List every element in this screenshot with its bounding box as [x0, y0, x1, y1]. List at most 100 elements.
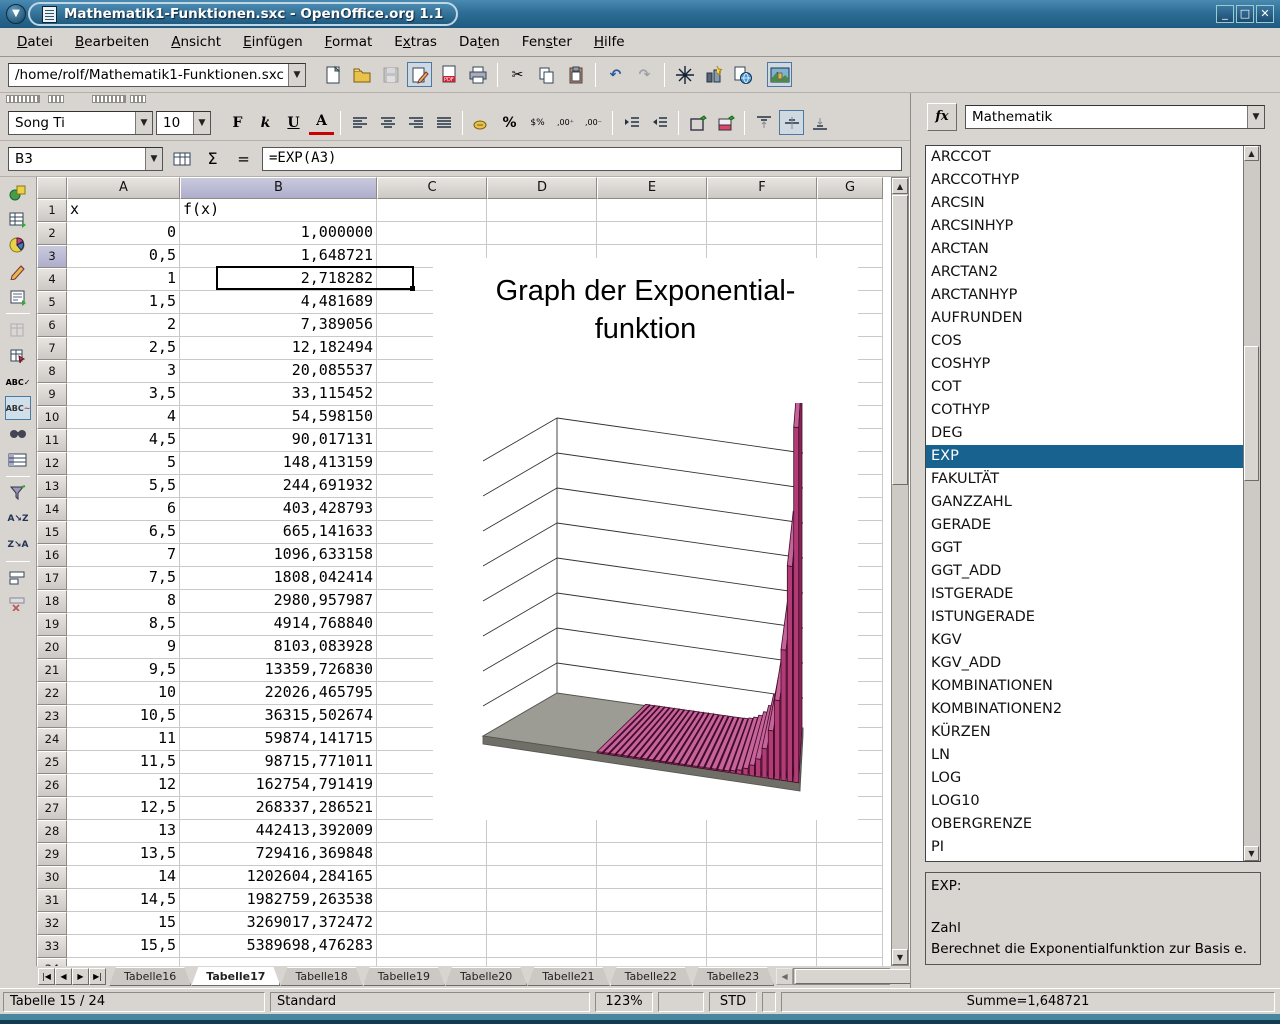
cell[interactable]: [377, 199, 487, 222]
function-item-ARCCOT[interactable]: ARCCOT: [926, 146, 1260, 169]
cell[interactable]: 15,5: [67, 935, 180, 958]
function-item-DEG[interactable]: DEG: [926, 422, 1260, 445]
cell[interactable]: 9,5: [67, 659, 180, 682]
tab-tabelle22[interactable]: Tabelle22: [610, 967, 692, 986]
row-header-11[interactable]: 11: [37, 429, 67, 452]
cell[interactable]: [817, 958, 883, 966]
cell[interactable]: [487, 912, 597, 935]
column-header-B[interactable]: B: [180, 177, 377, 199]
row-header-33[interactable]: 33: [37, 935, 67, 958]
chart-object[interactable]: Graph der Exponential- funktion: [433, 258, 858, 820]
tab-tabelle21[interactable]: Tabelle21: [527, 967, 609, 986]
function-item-LOG[interactable]: LOG: [926, 767, 1260, 790]
cell[interactable]: 2980,957987: [180, 590, 377, 613]
cell[interactable]: [377, 866, 487, 889]
cell[interactable]: [817, 222, 883, 245]
function-item-KGV[interactable]: KGV: [926, 629, 1260, 652]
pin-handle[interactable]: [130, 95, 146, 103]
cell[interactable]: 4,5: [67, 429, 180, 452]
row-header-29[interactable]: 29: [37, 843, 67, 866]
cell[interactable]: 1202604,284165: [180, 866, 377, 889]
function-item-GERADE[interactable]: GERADE: [926, 514, 1260, 537]
cell[interactable]: [597, 958, 707, 966]
function-item-LN[interactable]: LN: [926, 744, 1260, 767]
cell[interactable]: 2,5: [67, 337, 180, 360]
formula-input[interactable]: =EXP(A3): [262, 147, 902, 171]
undo-icon[interactable]: ↶: [603, 62, 628, 87]
row-header-34[interactable]: 34: [37, 958, 67, 966]
scroll-up-icon[interactable]: ▲: [892, 178, 908, 194]
row-header-20[interactable]: 20: [37, 636, 67, 659]
cell[interactable]: 12: [67, 774, 180, 797]
cell[interactable]: [707, 222, 817, 245]
url-dropdown-icon[interactable]: ▼: [288, 64, 305, 86]
row-header-13[interactable]: 13: [37, 475, 67, 498]
percent-format-icon[interactable]: %: [497, 110, 522, 135]
row-header-10[interactable]: 10: [37, 406, 67, 429]
row-header-7[interactable]: 7: [37, 337, 67, 360]
cell[interactable]: 1,000000: [180, 222, 377, 245]
new-document-button[interactable]: [320, 62, 345, 87]
menu-hilfe[interactable]: Hilfe: [583, 30, 636, 54]
last-sheet-icon[interactable]: ▶|: [89, 968, 106, 985]
function-item-GGT[interactable]: GGT: [926, 537, 1260, 560]
cell[interactable]: 6,5: [67, 521, 180, 544]
cell[interactable]: [487, 889, 597, 912]
first-sheet-icon[interactable]: |◀: [38, 968, 55, 985]
cell[interactable]: 7: [67, 544, 180, 567]
menu-bearbeiten[interactable]: Bearbeiten: [64, 30, 160, 54]
align-justify-icon[interactable]: [431, 110, 456, 135]
draw-functions-icon[interactable]: [5, 259, 31, 283]
column-header-G[interactable]: G: [817, 177, 883, 199]
cell[interactable]: 59874,141715: [180, 728, 377, 751]
align-bottom-icon[interactable]: [807, 110, 832, 135]
cell[interactable]: 98715,771011: [180, 751, 377, 774]
hyperlink-icon[interactable]: [730, 62, 755, 87]
cell[interactable]: 90,017131: [180, 429, 377, 452]
cell[interactable]: [817, 820, 883, 843]
cell[interactable]: [707, 912, 817, 935]
function-item-COSHYP[interactable]: COSHYP: [926, 353, 1260, 376]
row-header-23[interactable]: 23: [37, 705, 67, 728]
previous-sheet-icon[interactable]: ◀: [55, 968, 72, 985]
column-header-A[interactable]: A: [67, 177, 180, 199]
status-zoom[interactable]: 123%: [595, 992, 653, 1012]
font-size-combo[interactable]: 10 ▼: [156, 111, 211, 135]
align-right-icon[interactable]: [403, 110, 428, 135]
cell[interactable]: [707, 820, 817, 843]
function-item-LOG10[interactable]: LOG10: [926, 790, 1260, 813]
underline-button[interactable]: U: [281, 110, 306, 135]
function-item-COTHYP[interactable]: COTHYP: [926, 399, 1260, 422]
menu-fenster[interactable]: Fenster: [511, 30, 583, 54]
cell[interactable]: [487, 843, 597, 866]
cell[interactable]: [377, 820, 487, 843]
cell[interactable]: [817, 199, 883, 222]
url-combo[interactable]: /home/rolf/Mathematik1-Funktionen.sxc ▼: [8, 63, 306, 87]
status-page-style[interactable]: Standard: [270, 992, 590, 1012]
row-header-18[interactable]: 18: [37, 590, 67, 613]
function-item-EXP[interactable]: EXP: [926, 445, 1260, 468]
font-size-dropdown-icon[interactable]: ▼: [193, 112, 210, 134]
cell[interactable]: 729416,369848: [180, 843, 377, 866]
fnlist-scroll-up-icon[interactable]: ▲: [1244, 146, 1259, 161]
gallery-icon[interactable]: [767, 62, 792, 87]
function-item-ARCCOTHYP[interactable]: ARCCOTHYP: [926, 169, 1260, 192]
tab-tabelle19[interactable]: Tabelle19: [363, 967, 445, 986]
vertical-scrollbar[interactable]: ▲ ▼: [891, 177, 909, 966]
cell[interactable]: [377, 889, 487, 912]
cell[interactable]: [377, 912, 487, 935]
vertical-scroll-thumb[interactable]: [892, 195, 908, 485]
insert-cells-icon[interactable]: [5, 207, 31, 231]
column-header-E[interactable]: E: [597, 177, 707, 199]
redo-icon[interactable]: ↷: [632, 62, 657, 87]
menu-einfügen[interactable]: Einfügen: [232, 30, 314, 54]
row-header-26[interactable]: 26: [37, 774, 67, 797]
row-header-3[interactable]: 3: [37, 245, 67, 268]
cell[interactable]: 13359,726830: [180, 659, 377, 682]
background-color-icon[interactable]: [713, 110, 738, 135]
decrease-indent-icon[interactable]: [619, 110, 644, 135]
cell-reference-box[interactable]: B3 ▼: [8, 147, 163, 171]
cell[interactable]: [817, 935, 883, 958]
cell[interactable]: [487, 820, 597, 843]
cut-icon[interactable]: ✂: [505, 62, 530, 87]
